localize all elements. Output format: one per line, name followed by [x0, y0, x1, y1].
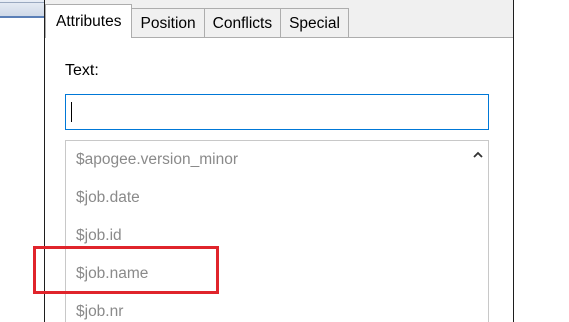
tab-strip: Attributes Position Conflicts Special: [45, 4, 349, 38]
tab-conflicts[interactable]: Conflicts: [203, 8, 282, 38]
chevron-up-icon[interactable]: [471, 149, 485, 161]
suggestion-list[interactable]: $apogee.version_minor $job.date $job.id …: [65, 140, 489, 322]
suggestion-item[interactable]: $job.id: [76, 227, 122, 245]
suggestion-item-job-name[interactable]: $job.name: [76, 265, 148, 283]
text-cursor: [71, 102, 72, 122]
text-input[interactable]: [65, 94, 489, 130]
attributes-panel: Text: $apogee.version_minor $job.date $j…: [45, 37, 513, 322]
text-field-label: Text:: [65, 62, 99, 79]
background-window-border: [0, 2, 44, 3]
tab-attributes[interactable]: Attributes: [45, 4, 133, 38]
background-window-fragment: [0, 0, 45, 18]
tab-special[interactable]: Special: [280, 8, 349, 38]
suggestion-item[interactable]: $job.date: [76, 189, 140, 207]
suggestion-item[interactable]: $apogee.version_minor: [76, 151, 238, 169]
properties-dialog: Attributes Position Conflicts Special Te…: [44, 0, 514, 322]
suggestion-item[interactable]: $job.nr: [76, 303, 123, 321]
tab-position[interactable]: Position: [131, 8, 205, 38]
list-scrollbar[interactable]: [468, 141, 488, 322]
screenshot-stage: Attributes Position Conflicts Special Te…: [0, 0, 569, 322]
